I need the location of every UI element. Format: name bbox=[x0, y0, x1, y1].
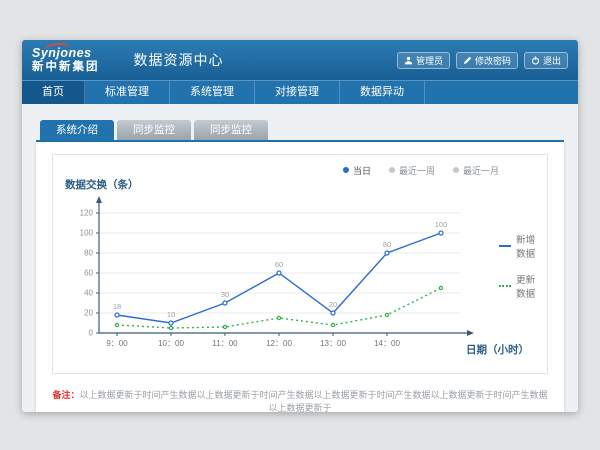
footnote: 备注：以上数据更新于时间产生数据以上数据更新于时间产生数据以上数据更新于时间产生… bbox=[52, 388, 548, 412]
logo-text-en: Synjones bbox=[32, 47, 100, 60]
blue-line-sample-icon bbox=[499, 245, 511, 247]
nav-item-data-change[interactable]: 数据异动 bbox=[340, 81, 425, 104]
footnote-label: 备注： bbox=[52, 390, 79, 400]
svg-text:18: 18 bbox=[113, 302, 121, 311]
topbar-actions: 管理员 修改密码 退出 bbox=[397, 52, 568, 69]
filter-last-month[interactable]: 最近一月 bbox=[453, 163, 499, 177]
filter-dot-today bbox=[343, 167, 349, 173]
tab-bar: 系统介绍 同步监控 同步监控 bbox=[40, 120, 564, 140]
svg-text:20: 20 bbox=[84, 309, 93, 318]
svg-text:0: 0 bbox=[89, 329, 94, 338]
svg-text:13：00: 13：00 bbox=[320, 339, 346, 348]
svg-text:120: 120 bbox=[80, 209, 94, 218]
svg-text:100: 100 bbox=[80, 229, 94, 238]
svg-text:12：00: 12：00 bbox=[266, 339, 292, 348]
svg-text:14：00: 14：00 bbox=[374, 339, 400, 348]
main-nav: 首页 标准管理 系统管理 对接管理 数据异动 bbox=[22, 80, 578, 104]
chart-container: 当日 最近一周 最近一月 数据交换（条） 0204060801 bbox=[52, 154, 548, 374]
svg-text:60: 60 bbox=[275, 260, 283, 269]
footnote-text: 以上数据更新于时间产生数据以上数据更新于时间产生数据以上数据更新于时间产生数据以… bbox=[80, 390, 548, 412]
svg-text:80: 80 bbox=[84, 249, 93, 258]
nav-item-system-mgmt[interactable]: 系统管理 bbox=[170, 81, 255, 104]
series-legend: 新增数据 更新数据 bbox=[499, 232, 537, 300]
svg-text:11：00: 11：00 bbox=[212, 339, 238, 348]
x-axis-title: 日期（小时） bbox=[466, 342, 529, 357]
svg-text:9：00: 9：00 bbox=[106, 339, 128, 348]
svg-text:40: 40 bbox=[84, 289, 93, 298]
admin-user-button[interactable]: 管理员 bbox=[397, 52, 450, 69]
change-password-label: 修改密码 bbox=[475, 54, 511, 67]
admin-user-label: 管理员 bbox=[416, 54, 443, 67]
legend-updated-data-label: 更新数据 bbox=[516, 272, 537, 300]
svg-text:100: 100 bbox=[435, 220, 448, 229]
legend-new-data-label: 新增数据 bbox=[516, 232, 537, 260]
legend-new-data: 新增数据 bbox=[499, 232, 537, 260]
content-area: 系统介绍 同步监控 同步监控 当日 最近一周 bbox=[22, 104, 578, 412]
app-window: Synjones 新中新集团 数据资源中心 管理员 修改密码 bbox=[22, 40, 578, 412]
nav-item-connect-mgmt[interactable]: 对接管理 bbox=[255, 81, 340, 104]
filter-today[interactable]: 当日 bbox=[343, 163, 371, 177]
svg-text:80: 80 bbox=[383, 240, 391, 249]
svg-text:20: 20 bbox=[329, 300, 337, 309]
nav-item-home[interactable]: 首页 bbox=[22, 81, 85, 104]
top-bar: Synjones 新中新集团 数据资源中心 管理员 修改密码 bbox=[22, 40, 578, 80]
tab-sync-monitor-2[interactable]: 同步监控 bbox=[194, 120, 268, 140]
chart-panel: 当日 最近一周 最近一月 数据交换（条） 0204060801 bbox=[36, 142, 564, 412]
tab-sync-monitor-1[interactable]: 同步监控 bbox=[117, 120, 191, 140]
edit-icon bbox=[463, 56, 472, 65]
logout-label: 退出 bbox=[543, 54, 561, 67]
svg-text:30: 30 bbox=[221, 290, 229, 299]
synjones-logo: Synjones 新中新集团 bbox=[32, 47, 112, 73]
filter-dot-month bbox=[453, 167, 459, 173]
change-password-button[interactable]: 修改密码 bbox=[456, 52, 518, 69]
y-axis-title: 数据交换（条） bbox=[65, 177, 537, 191]
power-icon bbox=[531, 56, 540, 65]
filter-today-label: 当日 bbox=[353, 164, 371, 177]
legend-updated-data: 更新数据 bbox=[499, 272, 537, 300]
page-title: 数据资源中心 bbox=[122, 50, 224, 70]
filter-dot-week bbox=[389, 167, 395, 173]
filter-last-week[interactable]: 最近一周 bbox=[389, 163, 435, 177]
green-dotted-sample-icon bbox=[499, 285, 511, 287]
chart-row: 0 20 40 60 80 100 120 9：00 10：00 11：00 12：00 13：00 1… bbox=[63, 193, 537, 365]
period-filters: 当日 最近一周 最近一月 bbox=[63, 161, 537, 177]
logo-text-cn: 新中新集团 bbox=[32, 61, 100, 73]
line-chart: 0 20 40 60 80 100 120 9：00 10：00 11：00 12：00 13：00 1… bbox=[63, 193, 493, 365]
svg-text:60: 60 bbox=[84, 269, 93, 278]
svg-text:10: 10 bbox=[167, 310, 175, 319]
desktop-background: Synjones 新中新集团 数据资源中心 管理员 修改密码 bbox=[0, 0, 600, 450]
svg-text:10：00: 10：00 bbox=[158, 339, 184, 348]
logout-button[interactable]: 退出 bbox=[524, 52, 568, 69]
filter-month-label: 最近一月 bbox=[463, 164, 499, 177]
nav-item-standard-mgmt[interactable]: 标准管理 bbox=[85, 81, 170, 104]
tab-system-intro[interactable]: 系统介绍 bbox=[40, 120, 114, 140]
filter-week-label: 最近一周 bbox=[399, 164, 435, 177]
user-icon bbox=[404, 56, 413, 65]
